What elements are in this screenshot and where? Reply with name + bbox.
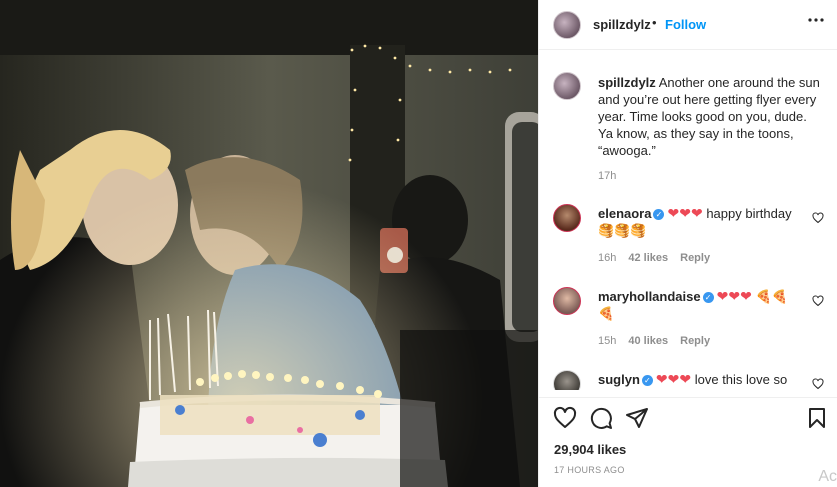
caption-username[interactable]: spillzdylz — [598, 75, 656, 90]
post-photo[interactable] — [0, 0, 538, 487]
comment-username[interactable]: maryhollandaise — [598, 289, 701, 304]
comment-username[interactable]: suglyn — [598, 372, 640, 387]
follow-button[interactable]: Follow — [665, 17, 706, 32]
verified-icon: ✓ — [641, 375, 653, 386]
comment-text: suglyn ✓ ❤❤❤ love this love so — [598, 371, 798, 388]
comment-text: maryhollandaise ✓ ❤❤❤ 🍕🍕🍕 — [598, 288, 798, 322]
more-icon[interactable] — [808, 12, 824, 33]
heart-icon[interactable] — [553, 406, 577, 430]
avatar[interactable] — [553, 287, 581, 315]
separator-dot: • — [652, 15, 657, 30]
heart-icon[interactable] — [812, 212, 824, 224]
comment-meta: 16h 42 likes Reply — [598, 252, 722, 264]
comment-body: happy birthday — [706, 206, 792, 221]
avatar[interactable] — [553, 11, 581, 39]
verified-icon: ✓ — [653, 209, 665, 220]
comment-likes[interactable]: 40 likes — [628, 335, 668, 347]
verified-icon: ✓ — [702, 292, 714, 303]
comment-body: love this love so — [694, 372, 788, 387]
heart-icon[interactable] — [812, 378, 824, 390]
comment-text: elenaora ✓ ❤❤❤ happy birthday 🥞🥞🥞 — [598, 205, 798, 239]
action-bar — [539, 397, 837, 437]
avatar[interactable] — [553, 204, 581, 232]
hearts-emoji: ❤❤❤ — [655, 371, 692, 387]
hearts-emoji: ❤❤❤ — [716, 288, 752, 304]
comment-username[interactable]: elenaora — [598, 206, 651, 221]
caption-text: spillzdylz Another one around the sun an… — [598, 74, 822, 159]
pancakes-emoji: 🥞🥞🥞 — [598, 223, 647, 238]
comment-meta: 15h 40 likes Reply — [598, 335, 722, 347]
post-header: spillzdylz • Follow — [539, 0, 837, 50]
comments-list[interactable]: spillzdylz Another one around the sun an… — [539, 50, 837, 390]
post-side-panel: spillzdylz • Follow spillzdylz Another o… — [538, 0, 837, 487]
bookmark-icon[interactable] — [805, 406, 829, 430]
windows-watermark: Ac — [818, 468, 837, 485]
comment-time: 15h — [598, 335, 617, 347]
likes-count[interactable]: 29,904 likes — [554, 442, 626, 457]
heart-icon[interactable] — [812, 295, 824, 307]
reply-button[interactable]: Reply — [680, 252, 710, 264]
comment-icon[interactable] — [589, 406, 613, 430]
avatar[interactable] — [553, 72, 581, 100]
share-icon[interactable] — [625, 406, 649, 430]
hearts-emoji: ❤❤❤ — [667, 205, 703, 221]
reply-button[interactable]: Reply — [680, 335, 710, 347]
post-timestamp: 17 HOURS AGO — [554, 465, 625, 475]
comment-time: 16h — [598, 252, 617, 264]
caption-time: 17h — [598, 170, 617, 182]
comment-likes[interactable]: 42 likes — [628, 252, 668, 264]
photo-illustration — [0, 0, 538, 487]
header-username[interactable]: spillzdylz — [593, 17, 651, 32]
avatar[interactable] — [553, 370, 581, 390]
